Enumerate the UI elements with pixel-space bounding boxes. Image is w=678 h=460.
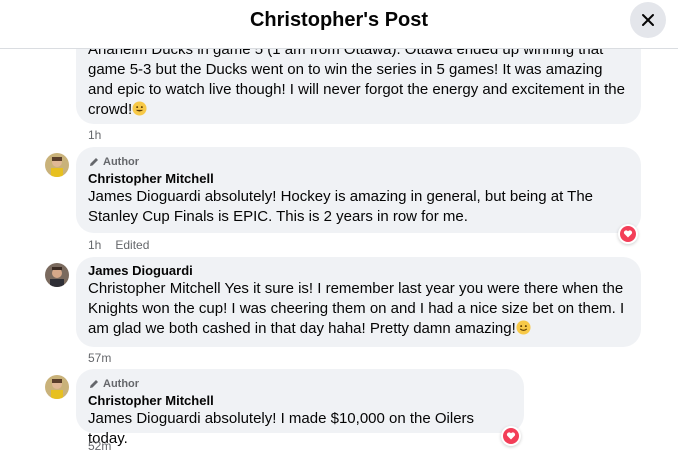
close-button[interactable] (630, 2, 666, 38)
comment-bubble: Author Christopher Mitchell James Diogua… (76, 369, 524, 447)
comment-time[interactable]: 52m (88, 438, 111, 454)
author-tag-label: Author (103, 156, 140, 168)
comment-text: James Dioguardi absolutely! I made $10,0… (88, 410, 475, 447)
comment-time[interactable]: 1h (88, 127, 101, 143)
heart-icon (623, 230, 633, 238)
reaction-badge[interactable] (618, 224, 638, 244)
post-header: Christopher's Post (0, 0, 678, 49)
commenter-name[interactable]: James Dioguardi (88, 263, 629, 279)
comment-meta: 52m (88, 438, 111, 454)
reaction-badge[interactable] (501, 426, 521, 446)
comment-meta: 57m (88, 350, 111, 366)
comment-time[interactable]: 1h (88, 237, 101, 253)
comment-bubble: James Dioguardi Christopher Mitchell Yes… (76, 257, 641, 347)
comment-text: James Dioguardi absolutely! Hockey is am… (88, 188, 594, 225)
avatar[interactable] (45, 375, 69, 399)
author-badge: Author (88, 377, 512, 391)
comment-time[interactable]: 57m (88, 350, 111, 366)
page-title: Christopher's Post (249, 9, 429, 31)
comment-bubble: Author Christopher Mitchell James Diogua… (76, 147, 641, 233)
comment-text: Anaheim Ducks in game 5 (1 am from Ottaw… (88, 41, 625, 118)
smile-emoji-icon (516, 320, 531, 335)
commenter-name[interactable]: Christopher Mitchell (88, 393, 512, 409)
edited-label: Edited (115, 238, 150, 252)
avatar[interactable] (45, 263, 69, 287)
pencil-icon (90, 158, 98, 166)
grin-emoji-icon (132, 101, 147, 116)
author-badge: Author (88, 155, 629, 169)
comment-text: Christopher Mitchell Yes it sure is! I r… (88, 280, 625, 337)
comment-meta: 1h Edited (88, 237, 149, 253)
avatar[interactable] (45, 153, 69, 177)
commenter-name[interactable]: Christopher Mitchell (88, 171, 629, 187)
comment-meta: 1h (88, 127, 101, 143)
heart-icon (506, 432, 516, 440)
pencil-icon (90, 380, 98, 388)
comments-thread: Anaheim Ducks in game 5 (1 am from Ottaw… (0, 0, 678, 460)
author-tag-label: Author (103, 378, 140, 390)
close-icon (642, 14, 654, 26)
